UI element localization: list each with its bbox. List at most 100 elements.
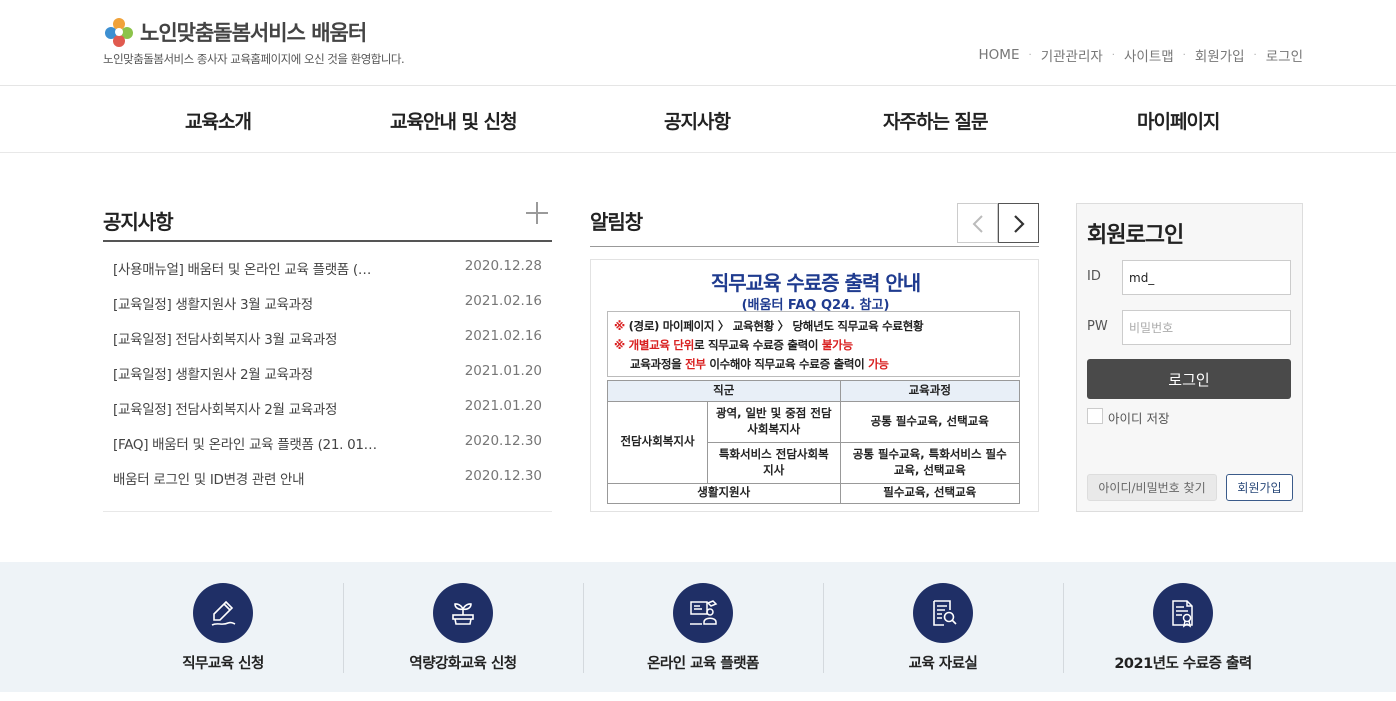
note-text: (경로) 마이페이지 〉 교육현황 〉 당해년도 직무교육 수료현황 (624, 319, 924, 333)
nav-item-faq[interactable]: 자주하는 질문 (883, 107, 988, 134)
banner-notes: ※ (경로) 마이페이지 〉 교육현황 〉 당해년도 직무교육 수료현황 ※ 개… (607, 311, 1020, 377)
main-nav: 교육소개 교육안내 및 신청 공지사항 자주하는 질문 마이페이지 (0, 86, 1396, 153)
divider (103, 240, 552, 242)
site-subtitle: 노인맞춤돌봄서비스 종사자 교육홈페이지에 오신 것을 환영합니다. (103, 52, 405, 66)
notice-item-date: 2020.12.30 (464, 468, 542, 484)
notice-item-title[interactable]: [FAQ] 배움터 및 온라인 교육 플랫폼 (21. 01… (113, 433, 403, 453)
quick-item-label: 온라인 교육 플랫폼 (647, 656, 759, 672)
quick-item-certificate[interactable]: 2021년도 수료증 출력 (1063, 562, 1303, 692)
notice-item-title[interactable]: [교육일정] 생활지원사 3월 교육과정 (113, 293, 403, 313)
table-cell: 광역, 일반 및 중점 전담사회복지사 (707, 400, 841, 443)
header: 노인맞춤돌봄서비스 배움터 노인맞춤돌봄서비스 종사자 교육홈페이지에 오신 것… (0, 0, 1396, 86)
note-text: 이수해야 직무교육 수료증 출력이 (705, 357, 869, 371)
login-box: 회원로그인 ID PW 로그인 아이디 저장 아이디/비밀번호 찾기 회원가입 (1076, 203, 1303, 512)
site-logo[interactable]: 노인맞춤돌봄서비스 배움터 (102, 14, 367, 50)
more-plus-icon[interactable] (526, 202, 548, 224)
prev-button[interactable] (957, 203, 998, 243)
notice-item-title[interactable]: [사용매뉴얼] 배움터 및 온라인 교육 플랫폼 (… (113, 258, 403, 278)
document-search-icon (913, 583, 973, 643)
notice-item-date: 2021.01.20 (464, 398, 542, 414)
table-cell: 특화서비스 전담사회복지사 (707, 441, 841, 484)
list-item[interactable]: [교육일정] 전담사회복지사 3월 교육과정 2021.02.16 (103, 324, 552, 359)
list-item[interactable]: 배움터 로그인 및 ID변경 관련 안내 2020.12.30 (103, 464, 552, 499)
quick-item-label: 직무교육 신청 (182, 656, 264, 672)
note-mark: ※ (614, 338, 629, 352)
table-cell: 전담사회복지사 (607, 400, 708, 484)
table-cell: 필수교육, 선택교육 (839, 482, 1020, 504)
popup-banner[interactable]: 직무교육 수료증 출력 안내 (배움터 FAQ Q24. 참고) ※ (경로) … (590, 259, 1039, 512)
note-highlight: 개별교육 단위 (628, 338, 695, 352)
notice-item-title[interactable]: 배움터 로그인 및 ID변경 관련 안내 (113, 468, 403, 488)
notice-title: 공지사항 (103, 210, 174, 234)
util-link-home[interactable]: HOME (979, 47, 1020, 63)
popup-title: 알림창 (590, 210, 643, 234)
logo-icon (102, 15, 136, 49)
banner-table: 직군 교육과정 전담사회복지사 광역, 일반 및 중점 전담사회복지사 공통 필… (607, 380, 1020, 504)
divider (103, 511, 552, 512)
nav-item-mypage[interactable]: 마이페이지 (1137, 107, 1220, 134)
table-cell: 공통 필수교육, 선택교육 (839, 400, 1020, 443)
quick-item-label: 역량강화교육 신청 (409, 656, 517, 672)
login-button[interactable]: 로그인 (1087, 359, 1291, 399)
quick-item-job-training[interactable]: 직무교육 신청 (103, 562, 343, 692)
remember-id-label[interactable]: 아이디 저장 (1108, 408, 1169, 427)
table-cell: 생활지원사 (607, 482, 841, 504)
notice-item-title[interactable]: [교육일정] 생활지원사 2월 교육과정 (113, 363, 403, 383)
online-learning-icon (673, 583, 733, 643)
quick-item-online-platform[interactable]: 온라인 교육 플랫폼 (583, 562, 823, 692)
note-text: 교육과정을 (630, 357, 686, 371)
quick-item-label: 교육 자료실 (908, 656, 978, 672)
quick-item-resources[interactable]: 교육 자료실 (823, 562, 1063, 692)
notice-item-date: 2021.02.16 (464, 328, 542, 344)
site-title: 노인맞춤돌봄서비스 배움터 (140, 21, 367, 45)
nav-item-intro[interactable]: 교육소개 (185, 107, 252, 134)
banner-note-2: ※ 개별교육 단위로 직무교육 수료증 출력이 불가능 (614, 337, 1013, 356)
pw-label: PW (1087, 319, 1108, 334)
util-link-join[interactable]: 회원가입 (1195, 45, 1245, 65)
notice-list: [사용매뉴얼] 배움터 및 온라인 교육 플랫폼 (… 2020.12.28 [교… (103, 254, 552, 499)
list-item[interactable]: [사용매뉴얼] 배움터 및 온라인 교육 플랫폼 (… 2020.12.28 (103, 254, 552, 289)
next-button[interactable] (998, 203, 1039, 243)
list-item[interactable]: [교육일정] 전담사회복지사 2월 교육과정 2021.01.20 (103, 394, 552, 429)
util-link-sitemap[interactable]: 사이트맵 (1124, 45, 1174, 65)
join-button[interactable]: 회원가입 (1226, 474, 1293, 501)
password-input[interactable] (1122, 310, 1291, 345)
certificate-icon (1153, 583, 1213, 643)
separator-dot: · (1182, 49, 1186, 61)
chevron-right-icon (1014, 215, 1025, 233)
login-title: 회원로그인 (1087, 223, 1184, 248)
quick-menu: 직무교육 신청 역량강화교육 신청 온라인 교육 플랫폼 교육 자료실 2021… (0, 562, 1396, 692)
utility-nav: HOME · 기관관리자 · 사이트맵 · 회원가입 · 로그인 (979, 45, 1303, 65)
separator-dot: · (1111, 49, 1115, 61)
notice-item-title[interactable]: [교육일정] 전담사회복지사 3월 교육과정 (113, 328, 403, 348)
pen-write-icon (193, 583, 253, 643)
banner-note-1: ※ (경로) 마이페이지 〉 교육현황 〉 당해년도 직무교육 수료현황 (614, 318, 1013, 337)
sprout-icon (433, 583, 493, 643)
notice-item-date: 2021.01.20 (464, 363, 542, 379)
remember-id-checkbox[interactable] (1087, 408, 1103, 424)
banner-note-3: 교육과정을 전부 이수해야 직무교육 수료증 출력이 가능 (614, 356, 1013, 375)
note-highlight: 가능 (868, 357, 889, 371)
table-header: 교육과정 (839, 380, 1020, 402)
note-text: 로 직무교육 수료증 출력이 (693, 338, 822, 352)
notice-item-title[interactable]: [교육일정] 전담사회복지사 2월 교육과정 (113, 398, 403, 418)
id-input[interactable] (1122, 260, 1291, 295)
nav-item-apply[interactable]: 교육안내 및 신청 (390, 107, 518, 134)
notice-item-date: 2020.12.30 (464, 433, 542, 449)
quick-item-label: 2021년도 수료증 출력 (1114, 656, 1252, 672)
list-item[interactable]: [FAQ] 배움터 및 온라인 교육 플랫폼 (21. 01… 2020.12.3… (103, 429, 552, 464)
table-cell: 공통 필수교육, 특화서비스 필수교육, 선택교육 (839, 441, 1020, 484)
nav-item-notice[interactable]: 공지사항 (664, 107, 731, 134)
notice-item-date: 2021.02.16 (464, 293, 542, 309)
find-account-button[interactable]: 아이디/비밀번호 찾기 (1087, 474, 1217, 501)
chevron-left-icon (972, 215, 983, 233)
util-link-admin[interactable]: 기관관리자 (1041, 45, 1103, 65)
list-item[interactable]: [교육일정] 생활지원사 2월 교육과정 2021.01.20 (103, 359, 552, 394)
quick-item-capacity-training[interactable]: 역량강화교육 신청 (343, 562, 583, 692)
list-item[interactable]: [교육일정] 생활지원사 3월 교육과정 2021.02.16 (103, 289, 552, 324)
note-mark: ※ (614, 319, 625, 333)
table-header: 직군 (607, 380, 841, 402)
note-highlight: 불가능 (821, 338, 853, 352)
notice-item-date: 2020.12.28 (464, 258, 542, 274)
util-link-login[interactable]: 로그인 (1266, 45, 1303, 65)
